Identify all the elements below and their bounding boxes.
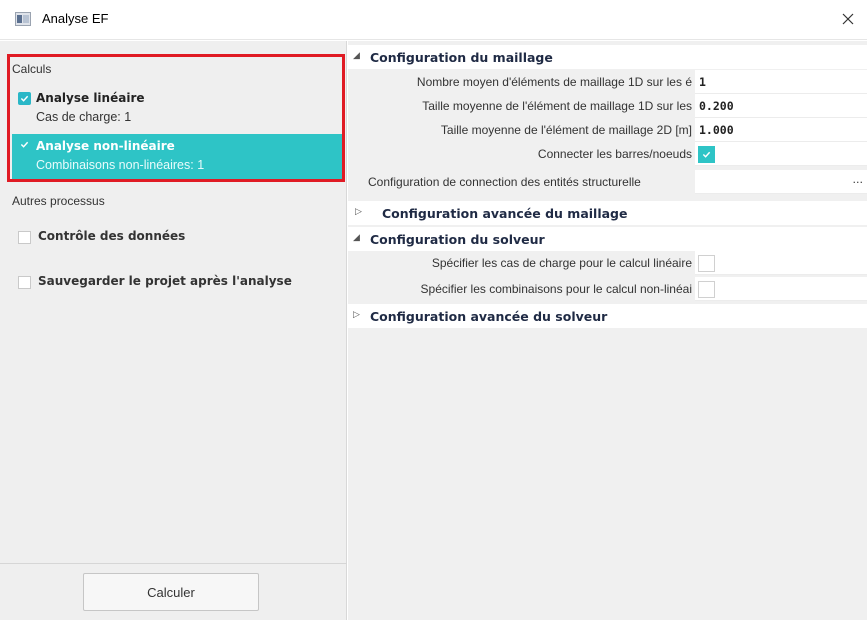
expand-arrow-icon[interactable]: ▷ (353, 310, 360, 320)
prop-row-mesh-1d-count: Nombre moyen d'éléments de maillage 1D s… (348, 70, 867, 94)
option-label: Contrôle des données (38, 229, 186, 243)
prop-row-connection-config: Configuration de connection des entités … (348, 170, 867, 194)
close-button[interactable] (835, 6, 861, 32)
prop-label: Taille moyenne de l'élément de maillage … (422, 99, 692, 113)
property-grid: ◢ Configuration du maillage Nombre moyen… (348, 41, 867, 620)
specify-combinations-cell (695, 277, 867, 301)
mesh-1d-count-field[interactable]: 1 (695, 70, 867, 94)
calculate-button[interactable]: Calculer (83, 573, 259, 611)
collapse-arrow-icon[interactable]: ◢ (353, 233, 360, 243)
group-solver-config[interactable]: ◢ Configuration du solveur (348, 227, 867, 251)
expand-arrow-icon[interactable]: ▷ (355, 207, 362, 217)
group-mesh-config[interactable]: ◢ Configuration du maillage (348, 45, 867, 69)
prop-label: Taille moyenne de l'élément de maillage … (440, 123, 692, 137)
close-icon (842, 13, 854, 25)
prop-label: Nombre moyen d'éléments de maillage 1D s… (416, 75, 692, 89)
app-window-icon (15, 12, 31, 26)
prop-label: Connecter les barres/noeuds (537, 147, 692, 161)
left-panel: Calculs Analyse linéaire Cas de charge: … (0, 41, 347, 620)
prop-label: Configuration de connection des entités … (368, 175, 641, 189)
ellipsis-button[interactable]: ... (853, 173, 864, 186)
connect-members-cell (695, 142, 867, 166)
prop-row-specify-combinations: Spécifier les combinaisons pour le calcu… (348, 277, 867, 301)
prop-label: Spécifier les cas de charge pour le calc… (431, 256, 692, 270)
specify-combinations-checkbox[interactable] (698, 281, 715, 298)
option-label: Sauvegarder le projet après l'analyse (38, 274, 292, 288)
prop-row-mesh-1d-size: Taille moyenne de l'élément de maillage … (348, 94, 867, 118)
group-advanced-mesh[interactable]: ▷ Configuration avancée du maillage (348, 201, 867, 225)
specify-loadcases-checkbox[interactable] (698, 255, 715, 272)
collapse-arrow-icon[interactable]: ◢ (353, 51, 360, 61)
group-advanced-solver[interactable]: ▷ Configuration avancée du solveur (348, 304, 867, 328)
data-check-checkbox[interactable] (18, 231, 31, 244)
connection-config-field[interactable]: ... (695, 170, 867, 194)
specify-loadcases-cell (695, 251, 867, 275)
connect-members-checkbox[interactable] (698, 146, 715, 163)
prop-row-mesh-2d-size: Taille moyenne de l'élément de maillage … (348, 118, 867, 142)
check-icon (702, 151, 711, 158)
mesh-1d-size-field[interactable]: 0.200 (695, 94, 867, 118)
group-title: Configuration du maillage (370, 50, 553, 65)
window-title: Analyse EF (42, 11, 109, 26)
other-processes-header: Autres processus (12, 194, 105, 208)
group-title: Configuration du solveur (370, 232, 545, 247)
group-title: Configuration avancée du maillage (382, 206, 628, 221)
divider (0, 563, 347, 564)
group-title: Configuration avancée du solveur (370, 309, 608, 324)
prop-row-specify-loadcases: Spécifier les cas de charge pour le calc… (348, 251, 867, 275)
prop-label: Spécifier les combinaisons pour le calcu… (420, 282, 692, 296)
prop-row-connect-members: Connecter les barres/noeuds (348, 142, 867, 166)
highlight-frame (7, 54, 345, 182)
title-bar: Analyse EF (0, 0, 867, 40)
mesh-2d-size-field[interactable]: 1.000 (695, 118, 867, 142)
save-project-checkbox[interactable] (18, 276, 31, 289)
